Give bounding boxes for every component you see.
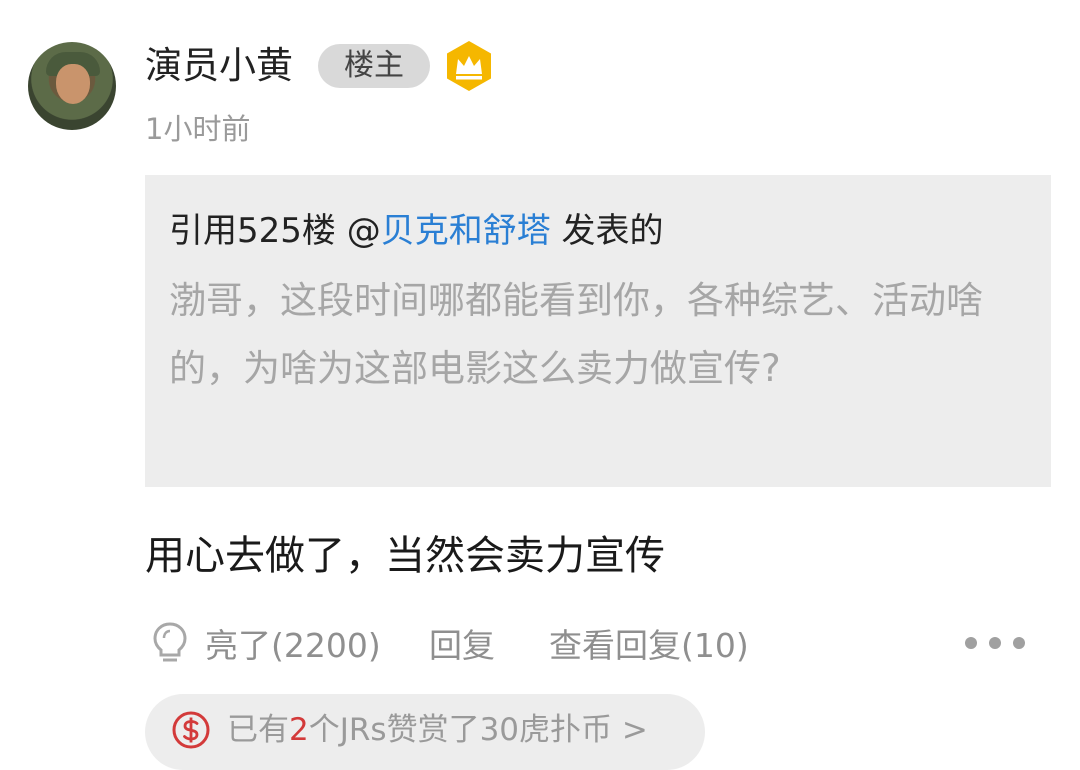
- light-button[interactable]: 亮了(2200): [205, 624, 381, 668]
- reward-banner[interactable]: 已有2个JRs赞赏了30虎扑币 >: [145, 694, 705, 770]
- reward-count: 2: [289, 712, 309, 748]
- quoted-user-link[interactable]: 贝克和舒塔: [381, 211, 551, 251]
- quote-suffix: 发表的: [550, 211, 664, 251]
- more-dots-icon[interactable]: [965, 628, 1025, 658]
- username[interactable]: 演员小黄: [145, 40, 293, 92]
- avatar[interactable]: [28, 42, 116, 130]
- crown-icon: [447, 41, 491, 91]
- view-replies-button[interactable]: 查看回复(10): [549, 624, 749, 668]
- reward-suffix: 个JRs赞赏了30虎扑币 >: [308, 712, 648, 748]
- reply-text: 用心去做了，当然会卖力宣传: [145, 533, 665, 579]
- owner-badge: 楼主: [318, 44, 430, 88]
- action-bar: 亮了(2200) 回复 查看回复(10): [145, 620, 1045, 670]
- quote-block: 引用525楼 @贝克和舒塔 发表的 渤哥，这段时间哪都能看到你，各种综艺、活动啥…: [145, 175, 1051, 487]
- quote-text: 渤哥，这段时间哪都能看到你，各种综艺、活动啥的，为啥为这部电影这么卖力做宣传?: [169, 279, 983, 390]
- reward-prefix: 已有: [227, 712, 289, 748]
- lightbulb-icon[interactable]: [150, 620, 190, 666]
- quote-prefix: 引用525楼 @: [169, 211, 381, 251]
- quote-header: 引用525楼 @贝克和舒塔 发表的: [169, 208, 664, 254]
- reply-button[interactable]: 回复: [429, 624, 495, 668]
- reward-text: 已有2个JRs赞赏了30虎扑币 >: [227, 708, 648, 752]
- post-time: 1小时前: [145, 112, 251, 146]
- coin-icon: [172, 711, 210, 749]
